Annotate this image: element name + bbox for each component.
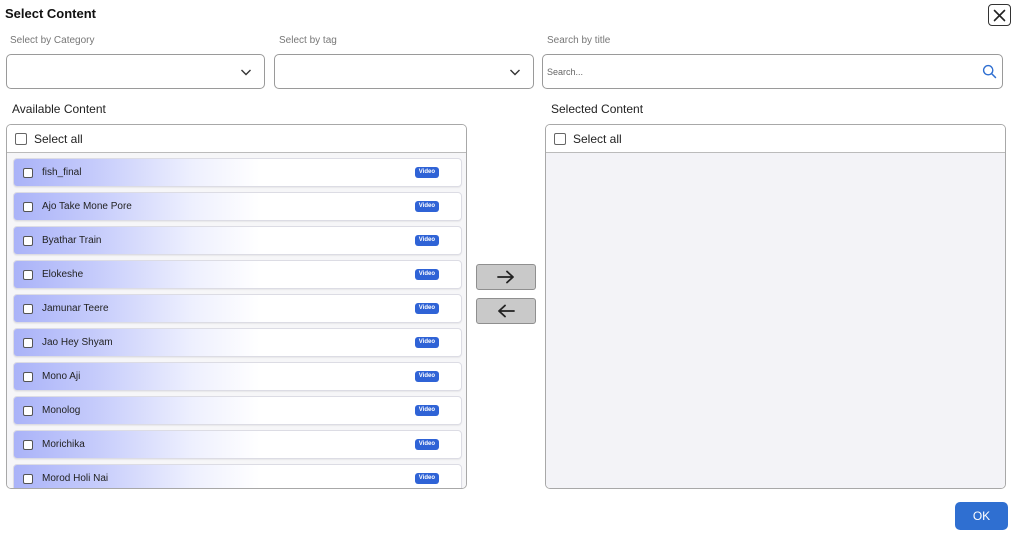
list-item[interactable]: Morod Holi Nai Video [13, 464, 462, 488]
tag-select[interactable] [274, 54, 534, 89]
item-checkbox[interactable] [23, 167, 33, 178]
available-content-label: Available Content [12, 102, 106, 116]
select-all-label: Select all [34, 131, 83, 146]
available-content-panel: Select all fish_final Video Ajo Take Mon… [6, 124, 467, 489]
video-badge: Video [414, 371, 439, 382]
category-select[interactable] [6, 54, 265, 89]
video-badge: Video [414, 473, 439, 484]
list-item[interactable]: Morichika Video [13, 430, 462, 459]
video-badge: Video [414, 167, 439, 178]
item-title: Morichika [42, 439, 85, 450]
search-label: Search by title [547, 35, 611, 46]
list-item[interactable]: Monolog Video [13, 396, 462, 425]
available-list[interactable]: fish_final Video Ajo Take Mone Pore Vide… [7, 153, 466, 488]
arrow-right-icon [497, 270, 514, 284]
list-item[interactable]: Jao Hey Shyam Video [13, 328, 462, 357]
move-left-button[interactable] [476, 298, 536, 324]
item-title: Ajo Take Mone Pore [42, 201, 132, 212]
selected-content-panel: Select all [545, 124, 1006, 489]
video-badge: Video [414, 405, 439, 416]
video-badge: Video [414, 201, 439, 212]
item-title: Mono Aji [42, 371, 81, 382]
item-title: Monolog [42, 405, 81, 416]
item-title: Morod Holi Nai [42, 473, 109, 484]
available-select-all[interactable]: Select all [7, 125, 466, 153]
list-item[interactable]: Ajo Take Mone Pore Video [13, 192, 462, 221]
item-checkbox[interactable] [23, 269, 33, 280]
select-all-checkbox[interactable] [554, 132, 566, 145]
ok-button[interactable]: OK [955, 502, 1008, 530]
item-checkbox[interactable] [23, 337, 33, 348]
tag-label: Select by tag [279, 35, 337, 46]
arrow-left-icon [498, 304, 515, 318]
search-field[interactable] [542, 54, 1003, 89]
video-badge: Video [414, 337, 439, 348]
move-right-button[interactable] [476, 264, 536, 290]
list-item[interactable]: fish_final Video [13, 158, 462, 187]
item-checkbox[interactable] [23, 473, 33, 484]
item-checkbox[interactable] [23, 405, 33, 416]
select-all-label: Select all [573, 131, 622, 146]
close-icon [993, 9, 1006, 21]
close-button[interactable] [988, 4, 1011, 26]
chevron-down-icon [241, 69, 251, 76]
category-label: Select by Category [10, 35, 95, 46]
selected-content-label: Selected Content [551, 102, 644, 116]
video-badge: Video [414, 439, 439, 450]
item-checkbox[interactable] [23, 303, 33, 314]
item-title: Jamunar Teere [42, 303, 109, 314]
video-badge: Video [414, 303, 439, 314]
dialog-title: Select Content [5, 6, 97, 21]
list-item[interactable]: Elokeshe Video [13, 260, 462, 289]
item-checkbox[interactable] [23, 439, 33, 450]
item-title: Jao Hey Shyam [42, 337, 113, 348]
list-item[interactable]: Mono Aji Video [13, 362, 462, 391]
video-badge: Video [414, 235, 439, 246]
item-checkbox[interactable] [23, 201, 33, 212]
list-item[interactable]: Jamunar Teere Video [13, 294, 462, 323]
search-icon[interactable] [982, 64, 997, 79]
list-item[interactable]: Byathar Train Video [13, 226, 462, 255]
item-checkbox[interactable] [23, 235, 33, 246]
video-badge: Video [414, 269, 439, 280]
item-checkbox[interactable] [23, 371, 33, 382]
select-all-checkbox[interactable] [15, 132, 27, 145]
search-input[interactable] [547, 63, 967, 81]
item-title: Byathar Train [42, 235, 102, 246]
selected-list[interactable] [546, 153, 1005, 488]
item-title: fish_final [42, 167, 82, 178]
item-title: Elokeshe [42, 269, 84, 280]
chevron-down-icon [510, 69, 520, 76]
selected-select-all[interactable]: Select all [546, 125, 1005, 153]
